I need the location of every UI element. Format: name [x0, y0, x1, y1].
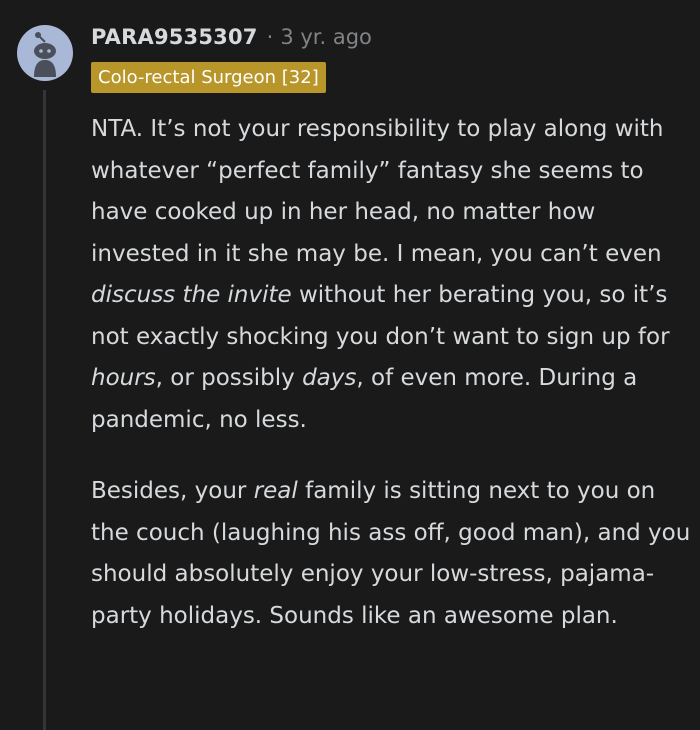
comment-paragraph: NTA. It’s not your responsibility to pla…: [91, 109, 691, 441]
username-link[interactable]: PARA9535307: [91, 25, 258, 49]
user-avatar[interactable]: [17, 25, 73, 81]
paragraph-text: Besides, your: [91, 478, 254, 504]
emphasized-text: discuss the invite: [91, 282, 292, 308]
emphasized-text: days: [302, 365, 357, 391]
comment: PARA9535307 · 3 yr. ago Colo-rectal Surg…: [0, 0, 700, 730]
comment-body: NTA. It’s not your responsibility to pla…: [91, 109, 691, 637]
paragraph-text: , or possibly: [155, 365, 303, 391]
user-flair: Colo-rectal Surgeon [32]: [91, 62, 326, 93]
separator-dot: ·: [266, 25, 274, 49]
thread-collapse-line[interactable]: [43, 90, 46, 730]
emphasized-text: real: [253, 478, 298, 504]
paragraph-text: NTA. It’s not your responsibility to pla…: [91, 116, 664, 267]
comment-timestamp[interactable]: 3 yr. ago: [280, 25, 372, 49]
comment-paragraph: Besides, your real family is sitting nex…: [91, 471, 691, 637]
emphasized-text: hours: [91, 365, 156, 391]
reddit-snoo-avatar-icon: [34, 32, 56, 77]
comment-header: PARA9535307 · 3 yr. ago: [91, 21, 372, 53]
